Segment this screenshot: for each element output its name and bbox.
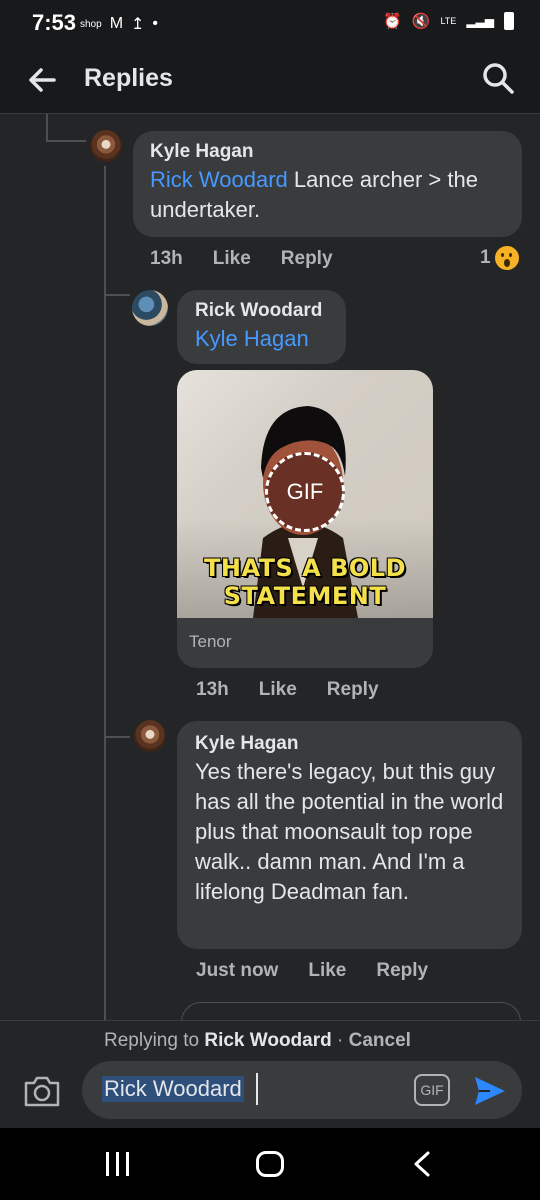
like-button[interactable]: Like — [213, 248, 251, 270]
home-icon[interactable] — [256, 1151, 284, 1177]
mention-link[interactable]: Kyle Hagan — [195, 326, 309, 351]
comment-actions: 13h Like Reply — [196, 679, 379, 701]
avatar[interactable] — [134, 720, 166, 752]
page-title: Replies — [84, 64, 173, 92]
thread-connector — [104, 294, 130, 296]
reaction-summary[interactable]: 1 — [480, 246, 519, 270]
gif-play-badge[interactable]: GIF — [265, 452, 345, 532]
comment-body: Yes there's legacy, but this guy has all… — [195, 759, 504, 904]
dot-icon: • — [152, 15, 159, 32]
thread-connector — [46, 114, 48, 142]
mention-link[interactable]: Rick Woodard — [150, 167, 288, 192]
comment-actions: 13h Like Reply — [150, 248, 333, 270]
comment-bubble[interactable]: Kyle Hagan Rick Woodard Lance archer > t… — [133, 131, 522, 237]
camera-icon[interactable] — [22, 1073, 62, 1109]
network-label: LTE — [440, 15, 457, 26]
comment-input[interactable]: Rick Woodard GIF — [82, 1061, 522, 1119]
replies-list[interactable]: Kyle Hagan Rick Woodard Lance archer > t… — [0, 114, 540, 1020]
avatar[interactable] — [90, 130, 122, 162]
reply-button[interactable]: Reply — [327, 679, 379, 701]
comment-actions: Just now Like Reply — [196, 960, 428, 982]
comment-time: 13h — [150, 248, 183, 269]
signal-icon: ▂▃▅ — [466, 14, 494, 28]
search-icon[interactable] — [480, 60, 516, 96]
thread-connector — [46, 140, 86, 142]
mute-icon: 🔇 — [411, 13, 431, 30]
comment-text: Kyle Hagan — [195, 324, 328, 354]
thread-connector — [104, 736, 130, 738]
comment-author[interactable]: Kyle Hagan — [150, 141, 505, 163]
replying-to-banner: Replying to Rick Woodard · Cancel — [104, 1030, 411, 1052]
shop-icon: shop — [80, 18, 102, 30]
status-system-icons: ⏰ 🔇 LTE ▂▃▅ — [383, 12, 514, 30]
comment-time: 13h — [196, 679, 229, 700]
gif-image[interactable]: GIF THATS A BOLD STATEMENT — [177, 370, 433, 618]
status-notifications: shop M ↥ • — [80, 14, 158, 34]
status-time: 7:53 — [32, 10, 77, 35]
arrow-left-icon[interactable] — [24, 62, 60, 98]
reply-composer: Replying to Rick Woodard · Cancel Rick W… — [0, 1020, 540, 1128]
gif-button[interactable]: GIF — [414, 1074, 450, 1106]
avatar[interactable] — [132, 290, 168, 326]
comment-bubble[interactable] — [181, 1002, 521, 1020]
comment-bubble[interactable]: Rick Woodard Kyle Hagan — [177, 290, 346, 364]
battery-icon — [504, 12, 514, 30]
gif-attachment[interactable]: GIF THATS A BOLD STATEMENT Tenor — [177, 370, 433, 668]
wow-reaction-icon — [494, 246, 519, 270]
alarm-icon: ⏰ — [383, 13, 402, 30]
comment-time: Just now — [196, 960, 279, 981]
gmail-icon: M — [109, 15, 124, 32]
upload-icon: ↥ — [131, 16, 145, 33]
reply-button[interactable]: Reply — [376, 960, 428, 982]
reaction-count: 1 — [480, 247, 491, 268]
gif-caption-line: THATS A BOLD — [203, 554, 407, 582]
comment-input-value[interactable]: Rick Woodard — [102, 1076, 244, 1102]
text-caret — [256, 1073, 258, 1105]
comment-author[interactable]: Kyle Hagan — [195, 733, 504, 755]
like-button[interactable]: Like — [259, 679, 297, 701]
recent-apps-icon[interactable] — [106, 1152, 129, 1176]
app-bar: Replies — [0, 46, 540, 114]
send-icon[interactable] — [472, 1073, 508, 1109]
gif-caption: THATS A BOLD STATEMENT — [177, 554, 433, 610]
comment-author[interactable]: Rick Woodard — [195, 300, 328, 322]
comment-text: Rick Woodard Lance archer > the undertak… — [150, 165, 505, 225]
like-button[interactable]: Like — [308, 960, 346, 982]
replying-to-name: Rick Woodard — [204, 1030, 332, 1051]
comment-bubble[interactable]: Kyle Hagan Yes there's legacy, but this … — [177, 721, 522, 949]
system-nav-bar — [0, 1128, 540, 1200]
gif-caption-line: STATEMENT — [223, 582, 387, 610]
separator: · — [331, 1030, 349, 1051]
replying-prefix: Replying to — [104, 1030, 205, 1051]
gif-source: Tenor — [189, 632, 232, 651]
reply-button[interactable]: Reply — [281, 248, 333, 270]
status-bar: 7:53 shop M ↥ • ⏰ 🔇 LTE ▂▃▅ — [0, 0, 540, 46]
back-nav-icon[interactable] — [410, 1150, 434, 1178]
cancel-reply-button[interactable]: Cancel — [349, 1030, 411, 1051]
